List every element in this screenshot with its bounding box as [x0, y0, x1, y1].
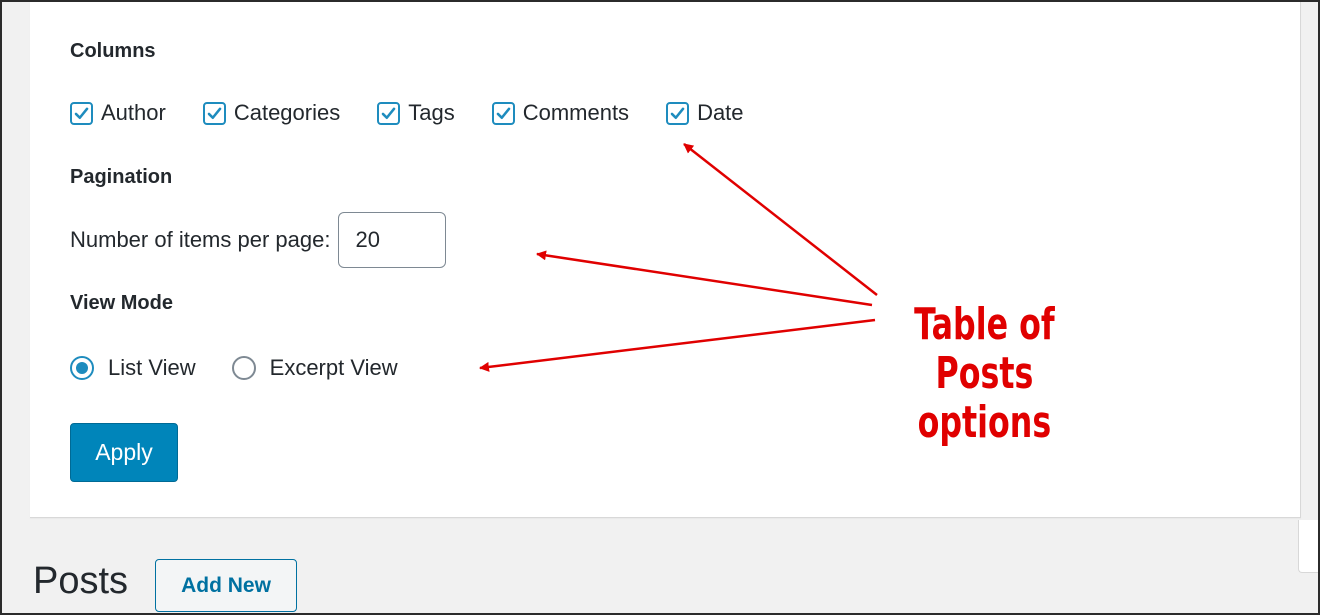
annotation-line-1: Table of Posts — [914, 299, 1055, 399]
arrow-to-view-mode — [479, 318, 876, 372]
annotation-arrows — [479, 143, 878, 372]
annotation-line-2: options — [917, 397, 1052, 448]
annotation-label: Table of Posts options — [880, 300, 1089, 447]
arrow-to-pagination — [536, 250, 873, 307]
arrow-to-columns — [683, 143, 878, 296]
